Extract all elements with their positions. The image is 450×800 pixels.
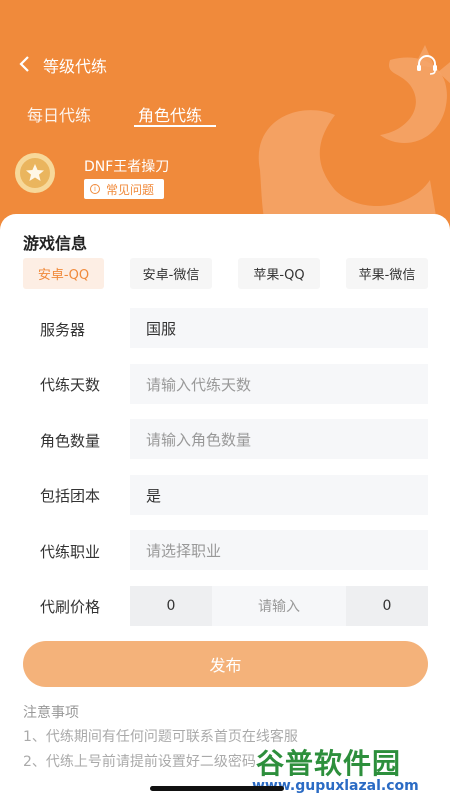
watermark-title: 谷普软件园 [256, 747, 402, 780]
headset-icon [417, 55, 437, 75]
role-count-label: 角色数量 [40, 432, 101, 450]
game-info-card: 游戏信息 安卓-QQ 安卓-微信 苹果-QQ 苹果-微信 服务器 国服 代练天数… [0, 214, 450, 800]
price-min-input[interactable]: 0 [130, 586, 212, 626]
section-title: 游戏信息 [23, 234, 88, 253]
info-icon: i [90, 184, 100, 194]
notice-line: 2、代练上号前请提前设置好二级密码 [23, 754, 256, 770]
medal-icon [15, 153, 55, 193]
watermark-logo: 谷普软件园 www.gupuxlazal.com [248, 742, 450, 800]
publish-button[interactable]: 发布 [23, 641, 428, 687]
platform-ios-qq[interactable]: 苹果-QQ [238, 258, 320, 289]
days-label: 代练天数 [40, 376, 101, 394]
price-label: 代刷价格 [40, 598, 101, 616]
back-arrow-icon [19, 56, 29, 72]
price-max-input[interactable]: 0 [346, 586, 428, 626]
platform-ios-wechat[interactable]: 苹果-微信 [346, 258, 428, 289]
server-select[interactable]: 国服 [130, 308, 428, 348]
tab-bar: 每日代练 角色代练 [0, 96, 450, 132]
customer-service-button[interactable] [414, 52, 440, 78]
back-button[interactable] [12, 52, 36, 76]
tab-role-boost[interactable]: 角色代练 [138, 102, 202, 126]
include-raid-select[interactable]: 是 [130, 475, 428, 515]
platform-android-wechat[interactable]: 安卓-微信 [130, 258, 212, 289]
header: 等级代练 每日代练 角色代练 DNF王者操刀 i 常见问题 [0, 0, 450, 240]
faq-button[interactable]: i 常见问题 [84, 179, 165, 199]
notice-title: 注意事项 [23, 705, 79, 721]
tab-daily-boost[interactable]: 每日代练 [27, 102, 91, 126]
home-indicator [150, 786, 284, 791]
include-raid-label: 包括团本 [40, 487, 101, 505]
page-title: 等级代练 [43, 57, 108, 76]
character-name: DNF王者操刀 [84, 159, 170, 175]
job-label: 代练职业 [40, 543, 101, 561]
active-tab-indicator [134, 125, 216, 127]
platform-android-qq[interactable]: 安卓-QQ [23, 258, 104, 289]
price-input[interactable]: 请输入 [212, 586, 346, 626]
faq-label: 常见问题 [106, 182, 155, 197]
nav-bar: 等级代练 [0, 44, 450, 84]
server-label: 服务器 [40, 321, 86, 339]
days-input[interactable]: 请输入代练天数 [130, 364, 428, 404]
role-count-input[interactable]: 请输入角色数量 [130, 419, 428, 459]
job-select[interactable]: 请选择职业 [130, 530, 428, 570]
